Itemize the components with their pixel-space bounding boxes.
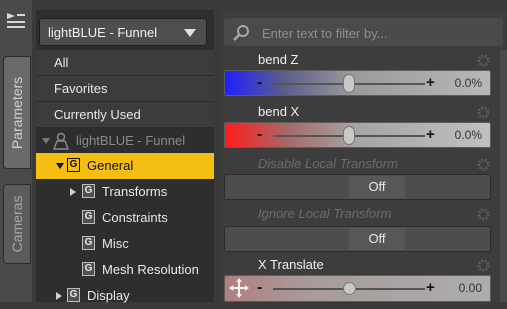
tree-item-label: General (87, 158, 134, 173)
tree-category-currently-used[interactable]: Currently Used (36, 102, 214, 128)
tree-category-all[interactable]: All (36, 50, 214, 76)
toggle-off-segment[interactable]: Off (349, 176, 405, 198)
group-icon: G (67, 158, 80, 172)
tree-item-label: Misc (102, 236, 129, 251)
tab-cameras[interactable]: Cameras (3, 184, 31, 264)
group-icon: G (82, 210, 95, 224)
tree-node-label: lightBLUE - Funnel (76, 133, 186, 148)
panel-scrollbar[interactable] (500, 50, 507, 302)
expand-arrow-icon[interactable] (70, 188, 76, 196)
translate-move-icon[interactable] (229, 278, 249, 298)
increment-icon[interactable]: + (426, 279, 435, 296)
group-icon: G (67, 288, 80, 302)
parameter-editor-panel: bend Z - + 0.0% bend X - + 0.0% Disable … (220, 10, 507, 302)
decrement-icon[interactable]: - (257, 279, 262, 297)
decrement-icon[interactable]: - (257, 74, 262, 92)
tree-node-figure[interactable]: lightBLUE - Funnel (36, 128, 214, 154)
gear-icon[interactable] (477, 106, 490, 119)
param-value[interactable]: 0.00 (459, 281, 482, 295)
tree-item-transforms[interactable]: G Transforms (36, 179, 214, 205)
gear-icon[interactable] (477, 259, 490, 272)
tree-item-constraints[interactable]: G Constraints (36, 205, 214, 231)
tree-item-mesh-resolution[interactable]: G Mesh Resolution (36, 257, 214, 283)
group-icon: G (82, 262, 95, 276)
filter-search-icon[interactable] (232, 24, 250, 42)
toggle-value: Off (368, 179, 386, 194)
tree-category-label: All (54, 55, 69, 70)
tree-item-label: Constraints (102, 210, 168, 225)
tree-item-label: Display (87, 288, 130, 303)
param-value[interactable]: 0.0% (455, 128, 482, 142)
toggle-value: Off (368, 231, 386, 246)
gear-icon[interactable] (477, 158, 490, 171)
tree-item-label: Transforms (102, 184, 168, 199)
param-title-bend-x: bend X (258, 104, 300, 119)
tree-item-general[interactable]: G General (36, 153, 214, 179)
tab-parameters[interactable]: Parameters (3, 56, 31, 169)
group-icon: G (82, 184, 95, 198)
increment-icon[interactable]: + (426, 126, 435, 143)
increment-icon[interactable]: + (426, 74, 435, 91)
side-tab-strip: Parameters Cameras (0, 0, 32, 302)
filter-bar (224, 18, 503, 46)
toggle-off-segment[interactable]: Off (349, 228, 405, 250)
param-title-ignore-local-transform: Ignore Local Transform (258, 206, 392, 221)
group-icon: G (82, 236, 95, 250)
slider-handle[interactable] (343, 282, 356, 295)
expand-arrow-icon[interactable] (42, 138, 50, 144)
slider-handle[interactable] (343, 74, 355, 93)
gear-icon[interactable] (477, 54, 490, 67)
param-title-x-translate: X Translate (258, 257, 324, 272)
panel-menu-icon[interactable] (7, 13, 25, 29)
filter-input[interactable] (260, 21, 500, 45)
node-select-dropdown[interactable]: lightBLUE - Funnel (39, 18, 207, 46)
tree-item-misc[interactable]: G Misc (36, 231, 214, 257)
param-value[interactable]: 0.0% (455, 76, 482, 90)
expand-arrow-icon[interactable] (56, 292, 62, 300)
tree-item-display[interactable]: G Display (36, 283, 214, 309)
expand-arrow-icon[interactable] (56, 163, 64, 169)
ignore-local-transform-toggle[interactable]: Off (224, 226, 491, 252)
x-translate-slider[interactable]: - + 0.00 (224, 275, 491, 302)
param-title-bend-z: bend Z (258, 52, 299, 67)
node-select-value: lightBLUE - Funnel (48, 25, 158, 40)
tree-item-label: Mesh Resolution (102, 262, 199, 277)
tree-category-favorites[interactable]: Favorites (36, 76, 214, 102)
bend-z-slider[interactable]: - + 0.0% (224, 70, 491, 96)
slider-handle[interactable] (343, 126, 355, 145)
tree-category-label: Currently Used (54, 107, 141, 122)
decrement-icon[interactable]: - (257, 126, 262, 144)
figure-node-icon (52, 132, 70, 150)
tree-category-label: Favorites (54, 81, 108, 96)
disable-local-transform-toggle[interactable]: Off (224, 174, 491, 200)
gear-icon[interactable] (477, 208, 490, 221)
tab-parameters-label: Parameters (9, 76, 25, 149)
tab-cameras-label: Cameras (9, 195, 25, 253)
chevron-down-icon[interactable] (184, 29, 196, 37)
param-title-disable-local-transform: Disable Local Transform (258, 156, 398, 171)
parameter-tree-panel: lightBLUE - Funnel All Favorites Current… (36, 10, 214, 303)
bend-x-slider[interactable]: - + 0.0% (224, 122, 491, 148)
